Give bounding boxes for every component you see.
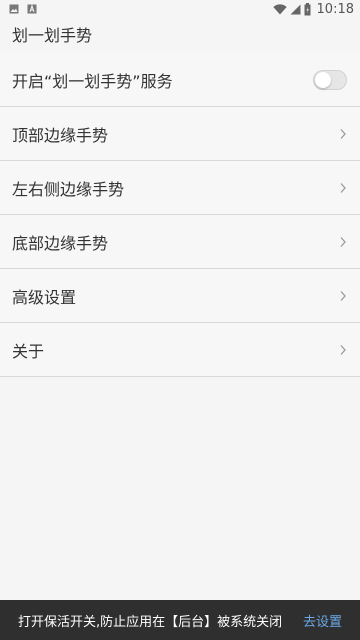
wifi-icon: [272, 3, 287, 14]
text-icon: [27, 4, 37, 14]
toggle-knob: [315, 71, 331, 88]
chevron-right-icon: [340, 290, 346, 301]
app-title: 划一划手势: [12, 26, 93, 45]
image-icon: [9, 4, 19, 14]
status-bar: 10:18: [0, 0, 360, 18]
settings-list: 开启“划一划手势”服务 顶部边缘手势 左右侧边缘手势 底部边缘手势 高级设置 关…: [0, 53, 360, 377]
service-toggle-label: 开启“划一划手势”服务: [12, 71, 173, 91]
snackbar-action-button[interactable]: 去设置: [303, 611, 342, 630]
chevron-right-icon: [340, 182, 346, 193]
settings-item-label: 顶部边缘手势: [12, 125, 109, 145]
status-time: 10:18: [316, 1, 354, 17]
settings-item-label: 底部边缘手势: [12, 233, 109, 253]
snackbar: 打开保活开关,防止应用在【后台】被系统关闭 去设置: [0, 600, 360, 640]
settings-item-bottom-edge-gesture[interactable]: 底部边缘手势: [0, 215, 360, 269]
settings-item-about[interactable]: 关于: [0, 323, 360, 377]
settings-item-label: 左右侧边缘手势: [12, 179, 125, 199]
settings-item-label: 高级设置: [12, 287, 77, 307]
chevron-right-icon: [340, 236, 346, 247]
settings-item-top-edge-gesture[interactable]: 顶部边缘手势: [0, 107, 360, 161]
settings-item-side-edge-gesture[interactable]: 左右侧边缘手势: [0, 161, 360, 215]
service-toggle-switch[interactable]: [313, 69, 347, 90]
chevron-right-icon: [340, 344, 346, 355]
settings-item-advanced[interactable]: 高级设置: [0, 269, 360, 323]
battery-icon: [304, 2, 311, 15]
signal-icon: [290, 4, 301, 14]
snackbar-message: 打开保活开关,防止应用在【后台】被系统关闭: [18, 614, 283, 630]
service-toggle-row[interactable]: 开启“划一划手势”服务: [0, 53, 360, 107]
chevron-right-icon: [340, 128, 346, 139]
settings-item-label: 关于: [12, 341, 45, 361]
